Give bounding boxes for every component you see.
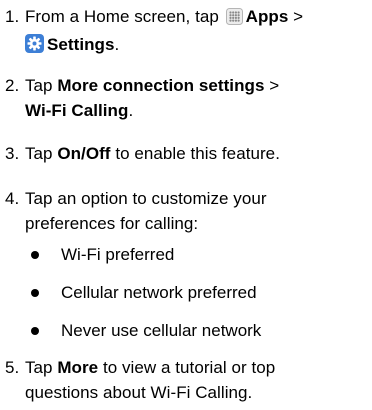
bullet-text: Never use cellular network [61,321,262,340]
step-3: 3. Tap On/Off to enable this feature. [0,141,360,166]
step-4: 4. Tap an option to customize your prefe… [0,186,360,236]
step-number: 2. [5,76,20,95]
wifi-calling-label: Wi-Fi Calling [25,101,129,120]
step-text-part: Tap [25,76,53,95]
step-number: 3. [5,144,20,163]
separator: > [269,76,280,95]
apps-grid-icon [225,7,243,32]
bullet-text: Cellular network preferred [61,283,257,302]
more-connection-settings-label: More connection settings [57,76,265,95]
instructions-document: 1. From a Home screen, tap Apps > Settin… [0,0,372,410]
step-number: 1. [5,7,20,26]
step-text-part: From a Home screen, tap [25,7,219,26]
step-text: From a Home screen, tap Apps > Settings. [25,4,360,60]
step-2: 2. Tap More connection settings > Wi-Fi … [0,73,360,123]
bullet-icon [31,289,39,297]
step-number: 4. [5,189,20,208]
step-number: 5. [5,358,20,377]
period: . [114,35,120,54]
step-text-part: Tap [25,144,53,163]
step-text: Tap More to view a tutorial or top quest… [25,355,345,405]
period: . [128,101,134,120]
bullet-icon [31,327,39,335]
settings-label: Settings [47,35,115,54]
step-text-part: Tap [25,358,53,377]
on-off-label: On/Off [57,144,111,163]
step-5: 5. Tap More to view a tutorial or top qu… [0,355,360,405]
step-text: Tap More connection settings > Wi-Fi Cal… [25,73,360,123]
step-text: Tap On/Off to enable this feature. [25,141,360,166]
step-1: 1. From a Home screen, tap Apps > Settin… [0,4,360,60]
settings-gear-icon [25,34,44,60]
more-label: More [57,358,99,377]
step-text-part: to enable this feature. [115,144,280,163]
step-text: Tap an option to customize your preferen… [25,189,267,233]
bullet-icon [31,251,39,259]
apps-label: Apps [245,7,289,26]
bullet-text: Wi-Fi preferred [61,245,175,264]
separator: > [293,7,304,26]
